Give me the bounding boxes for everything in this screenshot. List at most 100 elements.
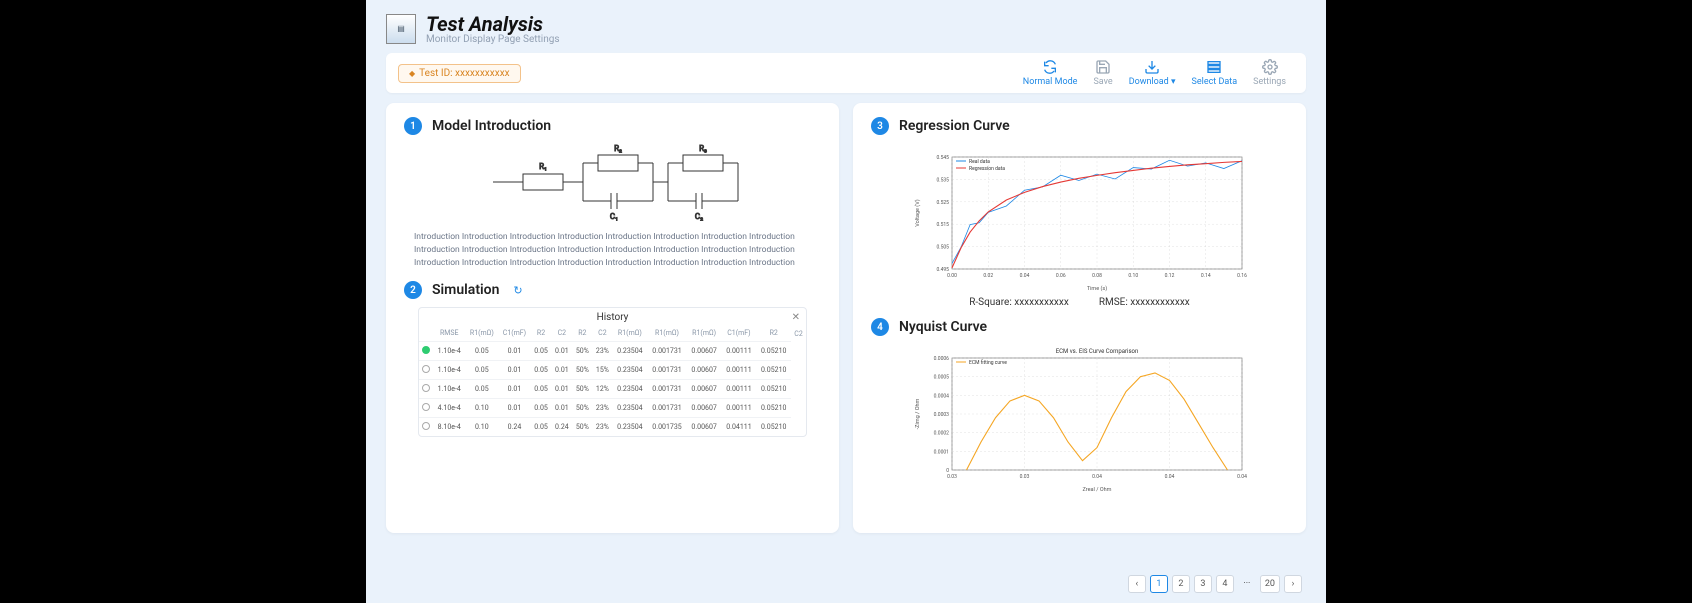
history-col-header: C2 [791,325,806,342]
pagination: ‹ 1234···20 › [1128,575,1302,593]
gear-icon [1262,59,1278,75]
save-button[interactable]: Save [1085,59,1120,87]
svg-text:0.06: 0.06 [1055,273,1065,279]
history-col-header: R1(mΩ) [612,325,647,342]
svg-text:0.535: 0.535 [936,177,949,183]
history-col-header: C1(mF) [498,325,530,342]
history-title: History [419,308,806,325]
svg-text:0.00: 0.00 [947,273,957,279]
row-radio[interactable] [422,384,430,392]
refresh-icon [1042,59,1058,75]
history-col-header: R1(mΩ) [647,325,686,342]
svg-text:0.12: 0.12 [1164,273,1174,279]
data-icon [1206,59,1222,75]
rmse-label: RMSE: [1099,297,1128,308]
section-3-header: 3 Regression Curve [871,117,1288,135]
intro-text: Introduction Introduction Introduction I… [404,231,821,269]
svg-text:0.505: 0.505 [936,245,949,251]
app-subtitle: Monitor Display Page Settings [426,34,560,45]
page-ellipsis: ··· [1238,575,1256,593]
svg-text:0.525: 0.525 [936,200,949,206]
svg-text:ECM fitting curve: ECM fitting curve [969,359,1007,366]
history-col-header: R2 [756,325,791,342]
close-icon[interactable]: ✕ [792,312,800,323]
save-icon [1095,59,1111,75]
nyquist-chart: 0.030.030.040.040.0400.00010.00020.00030… [871,344,1288,494]
svg-text:0.495: 0.495 [936,267,949,273]
row-radio[interactable] [422,403,430,411]
page-button[interactable]: 2 [1172,575,1190,593]
svg-text:0.10: 0.10 [1128,273,1138,279]
download-icon [1144,59,1160,75]
history-col-header: R1(mΩ) [465,325,498,342]
history-col-header: R2 [572,325,592,342]
section-1-header: 1 Model Introduction [404,117,821,135]
svg-text:0.0005: 0.0005 [933,375,949,381]
rmse-value: xxxxxxxxxxxx [1130,297,1190,308]
section-3-number: 3 [871,117,889,135]
rsq-value: xxxxxxxxxxx [1014,297,1069,308]
circuit-diagram: R₁ R₂ C₁ [404,143,821,221]
table-row[interactable]: 1.10e-40.050.010.050.0150%15%0.235040.00… [419,361,806,380]
rsq-label: R-Square: [969,297,1012,308]
table-row[interactable]: 4.10e-40.100.010.050.0150%23%0.235040.00… [419,399,806,418]
section-1-title: Model Introduction [432,118,551,134]
toolbar: Test ID: xxxxxxxxxxx Normal Mode Save Do… [386,53,1306,93]
app-viewport: ▤ Test Analysis Monitor Display Page Set… [366,0,1326,603]
history-panel: History ✕ RMSER1(mΩ)C1(mF)R2C2R2C2R1(mΩ)… [418,307,807,437]
section-4-title: Nyquist Curve [899,319,987,335]
circuit-r3-label: R₃ [699,144,707,153]
svg-text:0.03: 0.03 [947,474,957,480]
svg-text:0.03: 0.03 [1019,474,1029,480]
svg-text:Voltage (V): Voltage (V) [914,199,921,227]
history-col-header: R1(mΩ) [687,325,722,342]
svg-text:0.0001: 0.0001 [933,449,948,455]
page-button[interactable]: 1 [1150,575,1168,593]
svg-text:Time (s): Time (s) [1086,285,1106,292]
circuit-r2-label: R₂ [614,144,622,153]
section-2-header: 2 Simulation ↻ [404,281,821,299]
svg-text:0.515: 0.515 [936,222,949,228]
section-1-number: 1 [404,117,422,135]
test-id-chip[interactable]: Test ID: xxxxxxxxxxx [398,64,521,83]
regression-metrics: R-Square: xxxxxxxxxxx RMSE: xxxxxxxxxxxx [871,297,1288,308]
svg-text:0.04: 0.04 [1092,474,1102,480]
left-card: 1 Model Introduction R₁ R₂ [386,103,839,533]
svg-text:0.0002: 0.0002 [933,431,949,437]
svg-text:Regression data: Regression data [969,166,1005,172]
page-button[interactable]: 4 [1216,575,1234,593]
history-col-header: R2 [531,325,552,342]
table-row[interactable]: 8.10e-40.100.240.050.2450%23%0.235040.00… [419,418,806,437]
table-row[interactable]: 1.10e-40.050.010.050.0150%12%0.235040.00… [419,380,806,399]
row-radio[interactable] [422,422,430,430]
table-row[interactable]: 1.10e-40.050.010.050.0150%23%0.235040.00… [419,342,806,361]
section-4-number: 4 [871,318,889,336]
svg-text:0.0004: 0.0004 [933,393,949,399]
page-next-button[interactable]: › [1284,575,1302,593]
svg-text:0: 0 [946,468,949,474]
section-3-title: Regression Curve [899,118,1010,134]
svg-text:Real data: Real data [969,159,990,165]
settings-button[interactable]: Settings [1245,59,1294,87]
page-prev-button[interactable]: ‹ [1128,575,1146,593]
page-button[interactable]: 3 [1194,575,1212,593]
history-col-header: C2 [551,325,572,342]
svg-text:0.545: 0.545 [936,155,949,161]
history-col-header [419,325,433,342]
history-col-header: RMSE [433,325,465,342]
download-button[interactable]: Download ▾ [1121,59,1184,87]
history-col-header: C1(mF) [722,325,757,342]
row-radio[interactable] [422,365,430,373]
svg-text:0.0003: 0.0003 [933,412,949,418]
app-title: Test Analysis [426,12,560,36]
history-icon[interactable]: ↻ [513,284,522,297]
history-table: RMSER1(mΩ)C1(mF)R2C2R2C2R1(mΩ)R1(mΩ)R1(m… [419,325,806,436]
row-radio[interactable] [422,346,430,354]
select-data-button[interactable]: Select Data [1184,59,1246,87]
svg-text:0.04: 0.04 [1237,474,1247,480]
regression-chart: 0.000.020.040.060.080.100.120.140.160.49… [871,143,1288,293]
circuit-c2-label: C₂ [694,212,702,221]
app-logo-icon: ▤ [386,14,416,44]
page-button[interactable]: 20 [1260,575,1280,593]
normal-mode-button[interactable]: Normal Mode [1015,59,1086,87]
